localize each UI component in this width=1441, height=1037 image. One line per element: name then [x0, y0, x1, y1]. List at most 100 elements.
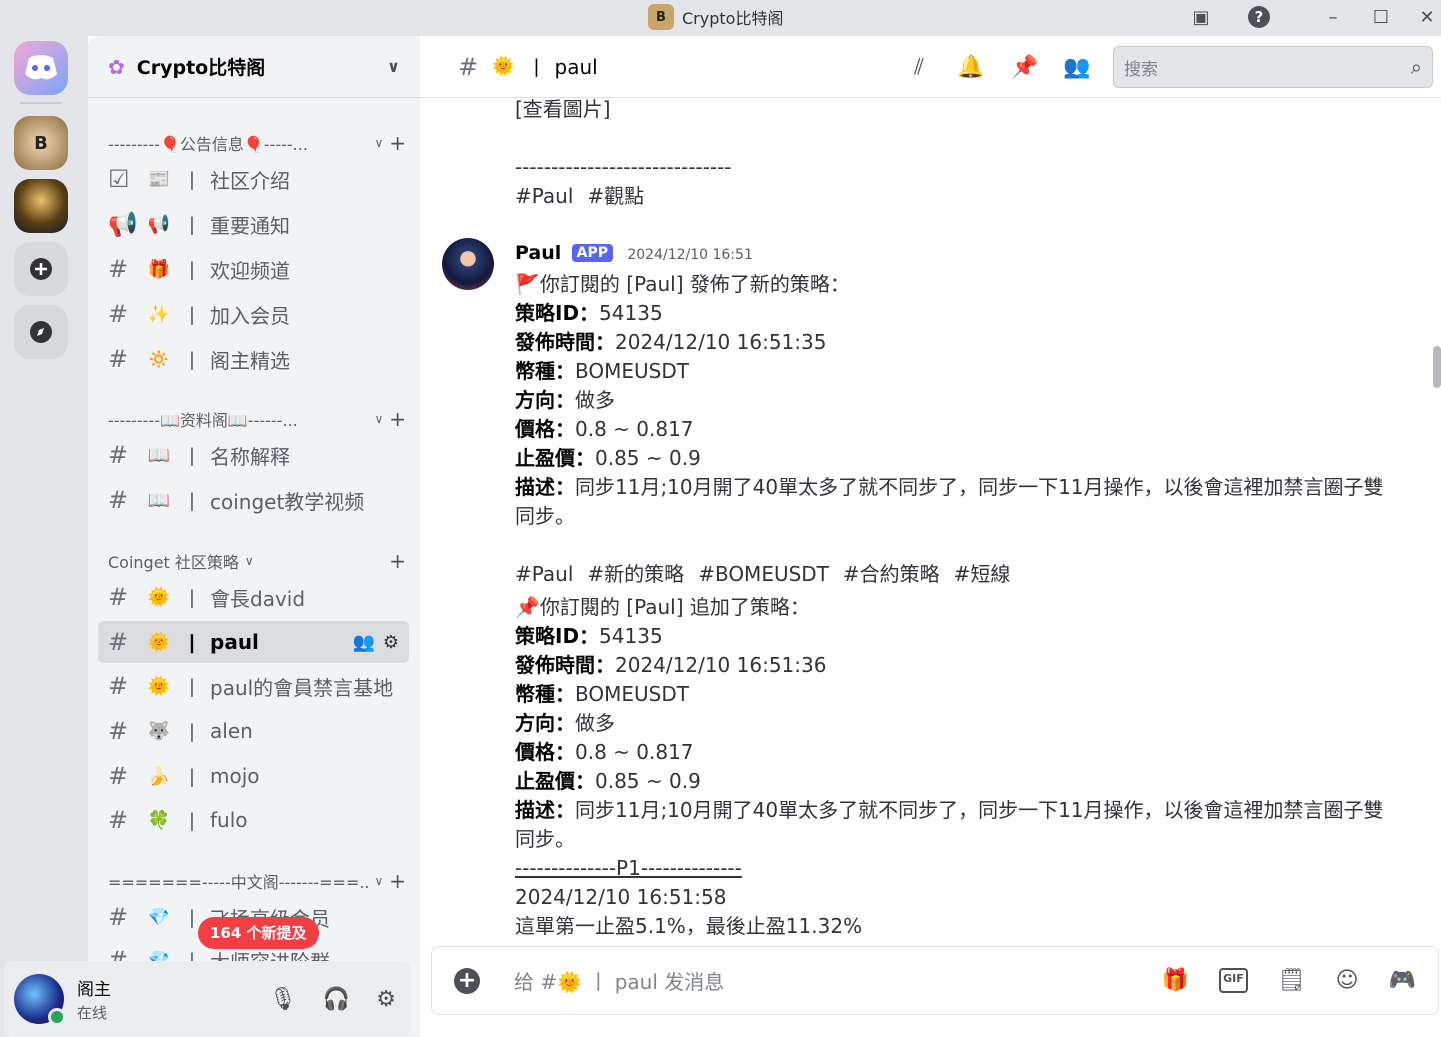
server-crypto-icon[interactable]: B [14, 116, 68, 170]
bell-icon[interactable]: 🔔 [954, 50, 988, 84]
thread-hash-icon: # [108, 903, 129, 931]
rail-divider [20, 102, 62, 104]
avatar[interactable] [14, 974, 66, 1026]
server-header[interactable]: ✿ Crypto比特阁 ∨ [88, 36, 420, 98]
channel-name: 會長david [210, 586, 306, 611]
thread-hash-icon: # [108, 806, 129, 834]
field-key: 價格： [515, 417, 575, 441]
message-list: [查看圖片] ------------------------------ #P… [420, 98, 1441, 938]
newspaper-emoji: 📰 [147, 168, 171, 190]
activities-icon[interactable]: 🎮 [1389, 968, 1416, 993]
channel-glossary[interactable]: # 📖 丨名称解释 [98, 434, 409, 476]
channel-welcome[interactable]: # 🎁 丨欢迎频道 [98, 248, 409, 290]
channel-title: paul [554, 54, 598, 79]
sticker-icon[interactable]: 🗒 [1278, 968, 1306, 993]
add-server-icon[interactable] [14, 242, 68, 296]
field-value: BOMEUSDT [575, 359, 689, 383]
book-emoji: 📖 [147, 489, 171, 511]
category-chinese[interactable]: =======-----中文阁-------===... ∨ + [108, 868, 406, 894]
username: 阁主 [77, 980, 111, 1000]
create-channel-icon[interactable]: + [389, 549, 406, 573]
channel-tutorials[interactable]: # 📖 丨 coinget教学视频 [98, 479, 409, 521]
chevron-down-icon: ∨ [374, 136, 384, 150]
new-mentions-pill[interactable]: 164 个新提及 [198, 917, 319, 949]
chevron-down-icon: ∨ [374, 874, 384, 888]
message-heading: 你訂閱的 [Paul] 追加了策略： [539, 595, 810, 619]
channel-name: alen [210, 719, 253, 743]
rules-channel-icon: ☑ [108, 165, 130, 193]
create-channel-icon[interactable]: + [389, 407, 406, 431]
channel-paul-muted[interactable]: # 🌞 丨 paul的會員禁言基地 [98, 665, 409, 707]
gift-icon[interactable]: 🎁 [1162, 968, 1189, 993]
field-key: 策略ID： [515, 624, 600, 648]
pin-icon[interactable]: 📌 [1008, 50, 1042, 84]
field-value-continued: 同步。 [515, 504, 575, 528]
search-input[interactable]: 搜索 ⌕ [1113, 46, 1433, 88]
hashtag: #新的策略 [587, 562, 685, 586]
field-key: 發佈時間： [515, 653, 615, 677]
message-composer[interactable]: + 给 #🌞 丨 paul 发消息 🎁 GIF 🗒 ☺ 🎮 [431, 946, 1439, 1015]
channel-alen[interactable]: # 🐺 丨 alen [98, 710, 409, 752]
direct-messages-icon[interactable] [14, 41, 68, 95]
p1-text: 這單第一止盈5.1%，最後止盈11.32% [515, 914, 863, 938]
gif-icon[interactable]: GIF [1219, 968, 1248, 993]
channel-paul[interactable]: # 🌞 丨 paul 👥 ⚙ [98, 621, 409, 663]
hash-icon: # [108, 300, 129, 328]
help-icon[interactable]: ? [1244, 2, 1274, 32]
message-timestamp: 2024/12/10 16:51 [627, 247, 753, 263]
window-title: Crypto比特阁 [682, 9, 784, 28]
channel-mojo[interactable]: # 🍌 丨 mojo [98, 755, 409, 797]
category-announcements[interactable]: ---------🎈公告信息🎈-----... ∨ + [108, 130, 406, 156]
upload-plus-icon[interactable]: + [454, 967, 480, 994]
close-icon[interactable]: ✕ [1412, 2, 1441, 32]
scrollbar-thumb[interactable] [1433, 346, 1441, 388]
field-value: BOMEUSDT [575, 682, 689, 706]
field-key: 策略ID： [515, 301, 600, 325]
microphone-icon[interactable]: 🎙 [269, 987, 297, 1012]
gem-emoji: 💎 [147, 906, 171, 928]
explore-servers-icon[interactable] [14, 305, 68, 359]
server-name: Crypto比特阁 [136, 57, 266, 79]
thread-hash-icon: # [108, 583, 129, 611]
maximize-icon[interactable]: ☐ [1366, 2, 1396, 32]
threads-icon[interactable]: ⫽ [902, 50, 936, 84]
divider-text: ------------------------------ [515, 155, 732, 179]
previous-message-tail: [查看圖片] ------------------------------ #P… [515, 98, 1401, 211]
member-list-icon[interactable]: 👥 [1060, 50, 1094, 84]
channel-name: 社区介绍 [210, 168, 290, 193]
channel-name: 阁主精选 [210, 348, 290, 373]
field-value: 做多 [575, 388, 615, 412]
gear-icon[interactable]: ⚙ [383, 632, 399, 653]
field-key: 描述： [515, 475, 575, 499]
channel-david[interactable]: # 🌞 丨會長david [98, 576, 409, 618]
invite-member-icon[interactable]: 👥 [352, 632, 374, 653]
channel-notice[interactable]: 📢 📢 丨重要通知 [98, 203, 409, 245]
title-bar: B Crypto比特阁 ▣ ? – ☐ ✕ [0, 0, 1441, 36]
avatar[interactable] [442, 238, 494, 290]
emoji-icon[interactable]: ☺ [1336, 968, 1359, 993]
view-image-link[interactable]: [查看圖片] [515, 98, 1401, 124]
server-bitcoin-icon[interactable] [14, 179, 68, 233]
channel-intro[interactable]: ☑ 📰 丨社区介绍 [98, 158, 409, 200]
channel-join[interactable]: # ✨ 丨加入会员 [98, 293, 409, 335]
field-key: 價格： [515, 740, 575, 764]
channel-fulo[interactable]: # 🍀 丨 fulo [98, 799, 409, 841]
field-value: 2024/12/10 16:51:35 [615, 330, 827, 354]
app-logo-icon: B [648, 4, 674, 30]
minimize-icon[interactable]: – [1318, 2, 1348, 32]
category-label: ---------📖资料阁📖------... [108, 411, 298, 430]
sun-emoji: 🌞 [147, 631, 171, 653]
banana-emoji: 🍌 [147, 765, 171, 787]
headphones-icon[interactable]: 🎧 [323, 987, 350, 1012]
gear-icon[interactable]: ⚙ [376, 987, 396, 1012]
field-key: 幣種： [515, 359, 575, 383]
category-strategies[interactable]: Coinget 社区策略 ∨ + [108, 548, 406, 574]
create-channel-icon[interactable]: + [389, 869, 406, 893]
message-author[interactable]: Paul [515, 242, 561, 264]
inbox-icon[interactable]: ▣ [1186, 2, 1216, 32]
create-channel-icon[interactable]: + [389, 131, 406, 155]
category-resources[interactable]: ---------📖资料阁📖------... ∨ + [108, 406, 406, 432]
sparkles-emoji: ✨ [147, 303, 171, 325]
channel-picks[interactable]: # 🔅 丨阁主精选 [98, 338, 409, 380]
book-emoji: 📖 [147, 444, 171, 466]
